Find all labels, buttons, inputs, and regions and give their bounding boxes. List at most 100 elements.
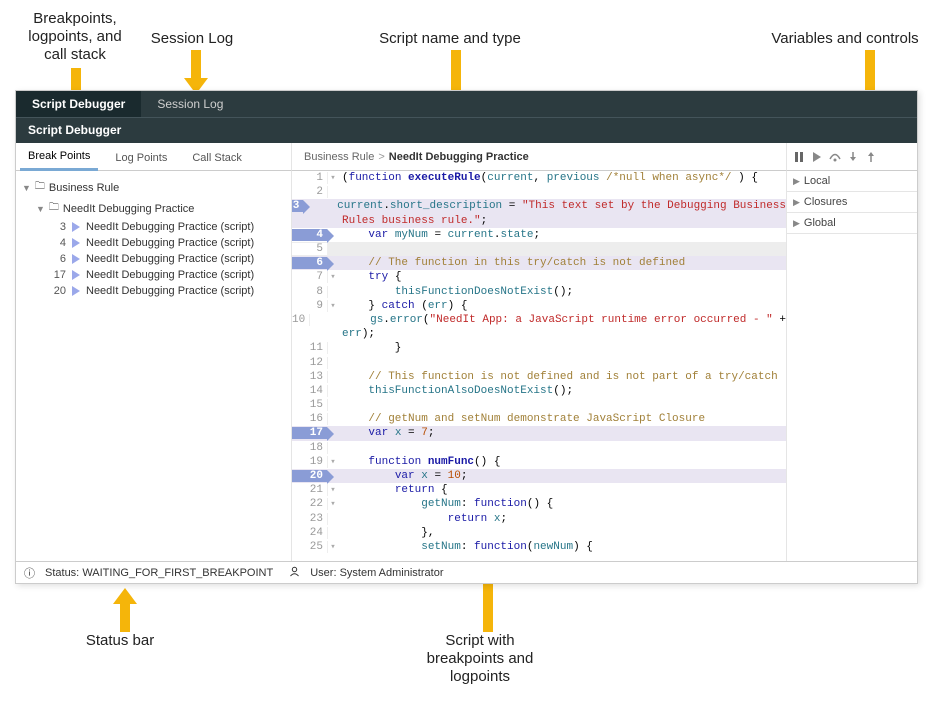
caret-down-icon: ▼ [22, 183, 31, 193]
gutter-line-number[interactable]: 13 [292, 371, 328, 383]
code-line[interactable]: 20 var x = 10; [292, 469, 786, 483]
gutter-line-number[interactable]: 4 [292, 229, 328, 241]
tab-script-debugger[interactable]: Script Debugger [16, 91, 141, 117]
tab-callstack[interactable]: Call Stack [184, 144, 250, 170]
code-line[interactable]: 19▾ function numFunc() { [292, 455, 786, 469]
code-line[interactable]: 4 var myNum = current.state; [292, 228, 786, 242]
scope-global[interactable]: ▶Global [787, 213, 917, 234]
status-label: Status: WAITING_FOR_FIRST_BREAKPOINT [45, 567, 273, 579]
info-icon: ⓘ [24, 565, 35, 581]
gutter-line-number[interactable]: 6 [292, 257, 328, 269]
code-line[interactable]: 21▾ return { [292, 483, 786, 497]
debugger-window: Script Debugger Session Log Script Debug… [15, 90, 918, 584]
fold-icon[interactable]: ▾ [328, 457, 338, 467]
gutter-line-number[interactable]: 23 [292, 513, 328, 525]
gutter-line-number[interactable]: 20 [292, 470, 328, 482]
gutter-line-number[interactable]: 14 [292, 385, 328, 397]
code-text: try { [338, 271, 786, 283]
gutter-line-number[interactable]: 18 [292, 442, 328, 454]
breakpoint-label: NeedIt Debugging Practice (script) [86, 237, 254, 249]
code-line[interactable]: 18 [292, 441, 786, 455]
arrow-up-icon [113, 588, 137, 632]
code-line[interactable]: Rules business rule."; [292, 214, 786, 228]
code-text: gs.error("NeedIt App: a JavaScript runti… [313, 314, 786, 326]
code-line[interactable]: 24 }, [292, 526, 786, 540]
code-line[interactable]: err); [292, 327, 786, 341]
breakpoint-item[interactable]: 20NeedIt Debugging Practice (script) [22, 283, 285, 299]
breakpoint-label: NeedIt Debugging Practice (script) [86, 221, 254, 233]
tab-session-log[interactable]: Session Log [141, 91, 239, 117]
code-line[interactable]: 9▾ } catch (err) { [292, 299, 786, 313]
tree-label: Business Rule [49, 182, 119, 194]
breakpoint-marker-icon [72, 270, 80, 280]
code-line[interactable]: 15 [292, 398, 786, 412]
code-line[interactable]: 22▾ getNum: function() { [292, 497, 786, 511]
breakpoint-item[interactable]: 17NeedIt Debugging Practice (script) [22, 267, 285, 283]
gutter-line-number[interactable]: 5 [292, 243, 328, 255]
gutter-line-number[interactable]: 15 [292, 399, 328, 411]
code-line[interactable]: 3 current.short_description = "This text… [292, 199, 786, 213]
code-line[interactable]: 1▾(function executeRule(current, previou… [292, 171, 786, 185]
gutter-line-number[interactable]: 19 [292, 456, 328, 468]
step-out-icon[interactable] [865, 151, 877, 163]
gutter-line-number[interactable]: 24 [292, 527, 328, 539]
gutter-line-number[interactable]: 22 [292, 498, 328, 510]
code-line[interactable]: 16 // getNum and setNum demonstrate Java… [292, 412, 786, 426]
code-line[interactable]: 8 thisFunctionDoesNotExist(); [292, 285, 786, 299]
fold-icon[interactable]: ▾ [328, 173, 338, 183]
gutter-line-number[interactable]: 2 [292, 186, 328, 198]
breakpoint-item[interactable]: 4NeedIt Debugging Practice (script) [22, 235, 285, 251]
callout-session-log: Session Log [142, 30, 242, 48]
user-value: System Administrator [340, 567, 444, 579]
resume-icon[interactable] [811, 151, 823, 163]
fold-icon[interactable]: ▾ [328, 542, 338, 552]
gutter-line-number[interactable]: 11 [292, 342, 328, 354]
tab-breakpoints[interactable]: Break Points [20, 143, 98, 171]
code-line[interactable]: 14 thisFunctionAlsoDoesNotExist(); [292, 384, 786, 398]
gutter-line-number[interactable]: 21 [292, 484, 328, 496]
variables-pane: ▶Local ▶Closures ▶Global [787, 171, 917, 561]
code-line[interactable]: 17 var x = 7; [292, 426, 786, 440]
breakpoint-item[interactable]: 6NeedIt Debugging Practice (script) [22, 251, 285, 267]
gutter-line-number[interactable]: 8 [292, 286, 328, 298]
code-line[interactable]: 6 // The function in this try/catch is n… [292, 256, 786, 270]
code-line[interactable]: 23 return x; [292, 512, 786, 526]
tree-root[interactable]: ▼ 🗀 Business Rule [22, 177, 285, 198]
code-line[interactable]: 12 [292, 355, 786, 369]
fold-icon[interactable]: ▾ [328, 485, 338, 495]
fold-icon[interactable]: ▾ [328, 301, 338, 311]
breakpoint-line: 3 [50, 221, 66, 233]
tree-script[interactable]: ▼ 🗀 NeedIt Debugging Practice [22, 198, 285, 219]
gutter-line-number[interactable]: 3 [292, 200, 304, 212]
fold-icon[interactable]: ▾ [328, 499, 338, 509]
code-line[interactable]: 10 gs.error("NeedIt App: a JavaScript ru… [292, 313, 786, 327]
code-text: var x = 10; [338, 470, 786, 482]
step-over-icon[interactable] [829, 151, 841, 163]
code-line[interactable]: 2 [292, 185, 786, 199]
script-name: NeedIt Debugging Practice [389, 151, 529, 163]
gutter-line-number[interactable]: 10 [292, 314, 310, 326]
breakpoint-line: 20 [50, 285, 66, 297]
gutter-line-number[interactable]: 12 [292, 357, 328, 369]
code-line[interactable]: 7▾ try { [292, 270, 786, 284]
fold-icon[interactable]: ▾ [328, 272, 338, 282]
gutter-line-number[interactable]: 9 [292, 300, 328, 312]
pause-icon[interactable] [793, 151, 805, 163]
gutter-line-number[interactable]: 16 [292, 413, 328, 425]
code-line[interactable]: 11 } [292, 341, 786, 355]
scope-local[interactable]: ▶Local [787, 171, 917, 192]
code-line[interactable]: 13 // This function is not defined and i… [292, 370, 786, 384]
app-tab-bar: Script Debugger Session Log [16, 91, 917, 117]
code-line[interactable]: 5 [292, 242, 786, 256]
tab-logpoints[interactable]: Log Points [107, 144, 175, 170]
gutter-line-number[interactable]: 1 [292, 172, 328, 184]
code-editor[interactable]: 1▾(function executeRule(current, previou… [292, 171, 787, 561]
gutter-line-number[interactable]: 17 [292, 427, 328, 439]
code-line[interactable]: 25▾ setNum: function(newNum) { [292, 540, 786, 554]
breakpoint-item[interactable]: 3 NeedIt Debugging Practice (script) [22, 219, 285, 235]
gutter-line-number[interactable]: 25 [292, 541, 328, 553]
step-into-icon[interactable] [847, 151, 859, 163]
gutter-line-number[interactable]: 7 [292, 271, 328, 283]
scope-closures[interactable]: ▶Closures [787, 192, 917, 213]
code-text: } catch (err) { [338, 300, 786, 312]
